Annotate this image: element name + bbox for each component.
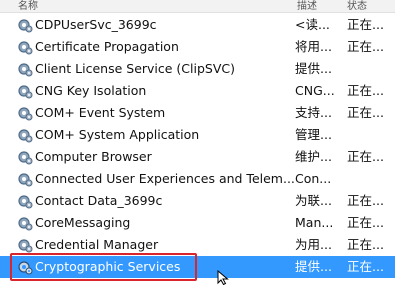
column-status[interactable]: 状态 [347, 0, 367, 12]
service-name: CoreMessaging [35, 215, 131, 230]
service-description: 维护... [295, 149, 332, 164]
gear-service-icon [18, 63, 33, 77]
service-description: 支持... [295, 105, 332, 120]
service-row[interactable]: CDPUserSvc_3699c <读... 正在... [0, 14, 395, 36]
gear-service-icon [18, 217, 33, 231]
service-status: 正在... [347, 259, 384, 274]
service-row[interactable]: Contact Data_3699c 为联... 正在... [0, 190, 395, 212]
services-list: CDPUserSvc_3699c <读... 正在... Certificate… [0, 14, 395, 278]
service-description: Man... [295, 215, 334, 230]
service-row[interactable]: Client License Service (ClipSVC) 提供... [0, 58, 395, 80]
gear-service-icon [18, 195, 33, 209]
gear-service-icon [18, 239, 33, 253]
service-name: Connected User Experiences and Telem... [35, 171, 295, 186]
gear-service-icon [18, 129, 33, 143]
service-name: Certificate Propagation [35, 39, 179, 54]
service-status: 正在... [347, 149, 384, 164]
gear-service-icon [18, 41, 33, 55]
service-status: 正在... [347, 193, 384, 208]
column-description[interactable]: 描述 [297, 0, 317, 12]
service-description: 为用... [295, 237, 332, 252]
mouse-cursor-icon [217, 270, 229, 285]
gear-service-icon [18, 151, 33, 165]
service-description: 管理... [295, 127, 332, 142]
service-name: CNG Key Isolation [35, 83, 147, 98]
gear-service-icon [18, 173, 33, 187]
service-status: 正在... [347, 83, 384, 98]
service-name: CDPUserSvc_3699c [35, 17, 157, 32]
service-name: Computer Browser [35, 149, 152, 164]
gear-service-icon [18, 19, 33, 33]
service-row[interactable]: Certificate Propagation 将用... 正在... [0, 36, 395, 58]
service-description: <读... [295, 17, 330, 32]
service-description: 提供... [295, 61, 332, 76]
column-name[interactable]: 名称 [18, 0, 38, 12]
highlight-box [10, 253, 197, 281]
service-status: 正在... [347, 215, 384, 230]
service-description: 为联... [295, 193, 332, 208]
service-status: 正在... [347, 17, 384, 32]
service-status: 正在... [347, 237, 384, 252]
service-name: Client License Service (ClipSVC) [35, 61, 236, 76]
service-description: 将用... [295, 39, 332, 54]
service-row[interactable]: CNG Key Isolation CNG... 正在... [0, 80, 395, 102]
service-name: Contact Data_3699c [35, 193, 163, 208]
service-name: COM+ Event System [35, 105, 166, 120]
service-status: 正在... [347, 105, 384, 120]
service-description: 提供... [295, 259, 332, 274]
service-row[interactable]: COM+ System Application 管理... [0, 124, 395, 146]
gear-service-icon [18, 107, 33, 121]
column-header: 名称 描述 状态 [0, 0, 395, 13]
service-row[interactable]: Connected User Experiences and Telem... … [0, 168, 395, 190]
gear-service-icon [18, 85, 33, 99]
service-description: Con... [295, 171, 332, 186]
service-row[interactable]: COM+ Event System 支持... 正在... [0, 102, 395, 124]
service-status: 正在... [347, 39, 384, 54]
service-description: CNG... [295, 83, 335, 98]
service-name: COM+ System Application [35, 127, 200, 142]
service-row[interactable]: CoreMessaging Man... 正在... [0, 212, 395, 234]
service-row[interactable]: Computer Browser 维护... 正在... [0, 146, 395, 168]
